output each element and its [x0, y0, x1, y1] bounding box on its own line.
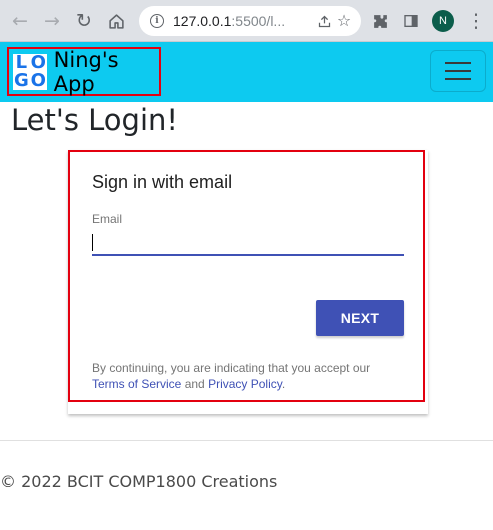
menu-toggle-button[interactable] — [430, 50, 486, 92]
url-text: 127.0.0.1:5500/l... — [173, 13, 321, 29]
navbar-brand[interactable]: L O G O Ning's App — [7, 47, 161, 96]
share-icon[interactable] — [315, 12, 333, 30]
url-path: :5500/l... — [231, 13, 286, 29]
terms-suffix: . — [281, 377, 286, 391]
star-icon[interactable]: ☆ — [335, 11, 353, 30]
logo-letter: O — [30, 51, 46, 73]
app-navbar: L O G O Ning's App — [0, 42, 493, 102]
next-button[interactable]: NEXT — [316, 300, 404, 336]
forward-arrow-icon[interactable]: → — [40, 9, 64, 33]
signin-title: Sign in with email — [92, 172, 233, 192]
footer-divider — [0, 440, 493, 441]
extensions-icon[interactable] — [368, 9, 392, 33]
email-label: Email — [92, 212, 123, 226]
hamburger-line — [445, 62, 471, 64]
more-vert-icon[interactable]: ⋮ — [464, 9, 488, 33]
footer-copyright: © 2022 BCIT COMP1800 Creations — [0, 472, 278, 491]
reload-icon[interactable]: ↻ — [72, 9, 96, 33]
side-panel-icon[interactable] — [399, 9, 423, 33]
email-input[interactable] — [92, 230, 404, 256]
text-cursor — [92, 234, 93, 251]
logo-letter: O — [30, 69, 46, 91]
profile-avatar[interactable]: N — [432, 10, 454, 32]
privacy-policy-link[interactable]: Privacy Policy — [208, 377, 282, 391]
terms-and: and — [184, 377, 205, 391]
logo-icon: L O G O — [13, 51, 47, 91]
back-arrow-icon[interactable]: ← — [8, 9, 32, 33]
page-title: Let's Login! — [11, 103, 179, 137]
browser-toolbar: ← → ↻ i 127.0.0.1:5500/l... ☆ N ⋮ — [0, 0, 493, 42]
hamburger-line — [445, 70, 471, 72]
terms-prefix: By continuing, you are indicating that y… — [92, 361, 371, 375]
terms-notice: By continuing, you are indicating that y… — [92, 360, 412, 392]
address-bar[interactable]: i 127.0.0.1:5500/l... ☆ — [139, 6, 361, 36]
hamburger-line — [445, 78, 471, 80]
logo-letter: L — [15, 51, 28, 73]
info-icon[interactable]: i — [150, 14, 164, 28]
brand-name: Ning's App — [53, 47, 119, 96]
url-host: 127.0.0.1 — [173, 13, 232, 29]
home-icon[interactable] — [104, 9, 128, 33]
terms-of-service-link[interactable]: Terms of Service — [92, 377, 181, 391]
logo-letter: G — [14, 69, 29, 91]
